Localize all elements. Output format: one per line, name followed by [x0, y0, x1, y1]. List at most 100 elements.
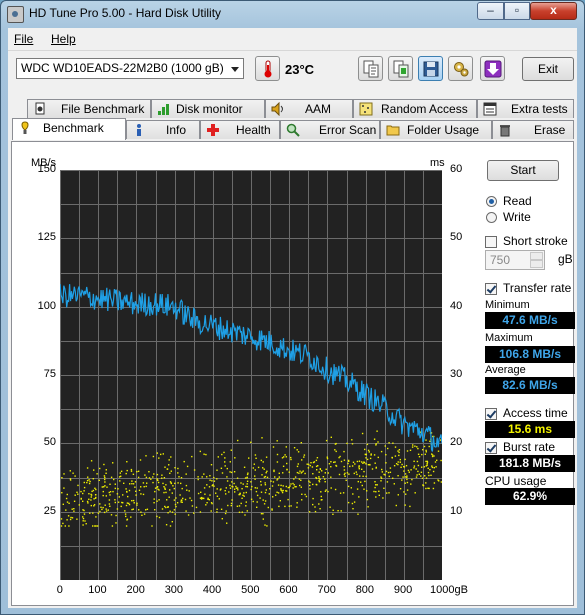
tab-info[interactable]: Info — [126, 120, 200, 139]
access-time-point — [433, 482, 436, 484]
access-time-point — [231, 481, 233, 483]
access-time-point — [217, 456, 219, 458]
tab-health[interactable]: Health — [200, 120, 280, 139]
access-time-point — [363, 488, 365, 490]
tab-folder-usage[interactable]: Folder Usage — [380, 120, 492, 139]
options-icon — [454, 62, 469, 77]
menu-file[interactable]: File — [14, 32, 33, 46]
access-time-point — [408, 471, 410, 473]
tab-info-label: Info — [166, 123, 187, 137]
maximize-button[interactable]: ▫ — [504, 2, 530, 20]
access-time-point — [247, 472, 249, 474]
access-time-point — [425, 482, 427, 484]
download-button[interactable] — [480, 56, 505, 81]
file-benchmark-icon — [35, 102, 45, 115]
access-time-point — [373, 438, 376, 440]
access-time-point — [363, 470, 365, 473]
access-time-point — [301, 459, 303, 461]
access-time-point — [213, 476, 215, 479]
access-time-point — [161, 477, 163, 479]
tab-random-access[interactable]: Random Access — [353, 99, 477, 118]
access-time-point — [277, 492, 280, 494]
tab-extra-tests[interactable]: Extra tests — [477, 99, 574, 118]
access-time-point — [133, 502, 135, 504]
access-time-point — [174, 482, 176, 485]
options-button[interactable] — [448, 56, 473, 81]
access-time-point — [210, 464, 213, 466]
tab-error-scan[interactable]: Error Scan — [280, 120, 380, 139]
temperature-button[interactable] — [255, 56, 280, 81]
access-time-point — [254, 475, 256, 477]
access-time-point — [68, 525, 70, 527]
access-time-point — [330, 466, 332, 468]
access-time-point — [263, 468, 265, 470]
access-time-point — [320, 495, 322, 498]
access-time-point — [230, 502, 233, 505]
access-time-point — [201, 476, 203, 478]
access-time-point — [311, 466, 314, 468]
minimize-button[interactable]: – — [477, 2, 504, 20]
tab-file-benchmark[interactable]: File Benchmark — [27, 99, 151, 118]
x-tick: 1000gB — [430, 584, 468, 596]
y-tick-left: 125 — [37, 231, 56, 244]
burst-rate-checkbox[interactable] — [485, 442, 497, 454]
access-time-point — [359, 475, 361, 477]
y-tick-left: 100 — [37, 299, 56, 312]
title-bar[interactable]: HD Tune Pro 5.00 - Hard Disk Utility – ▫… — [1, 1, 584, 27]
access-time-point — [307, 463, 310, 466]
benchmark-chart: MB/s ms 150 125 100 75 50 25 60 50 40 30 20 10 0 10… — [12, 142, 478, 605]
tab-disk-monitor[interactable]: Disk monitor — [151, 99, 265, 118]
tab-aam[interactable]: AAM — [265, 99, 353, 118]
write-radio[interactable] — [486, 212, 497, 223]
x-tick: 500 — [241, 584, 260, 596]
access-time-point — [131, 480, 133, 482]
tab-benchmark[interactable]: Benchmark — [12, 118, 126, 140]
access-time-point — [191, 505, 194, 507]
access-time-point — [162, 482, 164, 485]
access-time-point — [262, 461, 264, 463]
access-time-point — [399, 461, 401, 463]
access-time-point — [308, 511, 311, 513]
copy-text-button[interactable] — [358, 56, 383, 81]
access-time-point — [385, 454, 387, 456]
access-time-point — [254, 478, 256, 480]
start-button[interactable]: Start — [487, 160, 559, 181]
access-time-point — [373, 454, 376, 456]
access-time-point — [162, 453, 164, 455]
tab-erase[interactable]: Erase — [492, 120, 574, 139]
save-button[interactable] — [418, 56, 443, 81]
spinner-up-icon[interactable] — [530, 252, 543, 260]
exit-button[interactable]: Exit — [522, 57, 574, 81]
access-time-point — [158, 457, 160, 459]
access-time-point — [186, 489, 188, 491]
access-time-point — [435, 466, 437, 468]
access-time-checkbox[interactable] — [485, 408, 497, 420]
access-time-point — [177, 482, 179, 484]
access-time-point — [142, 493, 145, 496]
access-time-point — [406, 478, 408, 481]
access-time-point — [423, 445, 426, 448]
access-time-point — [131, 500, 133, 502]
short-stroke-checkbox[interactable] — [485, 236, 497, 248]
access-time-point — [146, 508, 149, 510]
close-button[interactable]: x — [530, 2, 577, 20]
access-time-point — [398, 454, 400, 457]
access-time-point — [134, 486, 136, 488]
tab-file-benchmark-label: File Benchmark — [61, 102, 145, 116]
spinner-down-icon[interactable] — [530, 260, 543, 268]
access-time-point — [335, 465, 338, 467]
access-time-point — [301, 499, 303, 501]
access-time-point — [209, 494, 211, 496]
access-time-point — [330, 436, 332, 438]
access-time-point — [177, 472, 179, 474]
copy-screenshot-button[interactable] — [388, 56, 413, 81]
menu-help[interactable]: Help — [51, 32, 76, 46]
access-time-point — [61, 492, 63, 494]
transfer-rate-checkbox[interactable] — [485, 283, 497, 295]
access-time-point — [180, 499, 183, 501]
access-time-point — [224, 490, 226, 492]
read-radio[interactable] — [486, 196, 497, 207]
access-time-point — [168, 496, 170, 498]
drive-select[interactable]: WDC WD10EADS-22M2B0 (1000 gB) — [16, 58, 244, 79]
short-stroke-spinner[interactable]: 750 — [485, 250, 545, 270]
